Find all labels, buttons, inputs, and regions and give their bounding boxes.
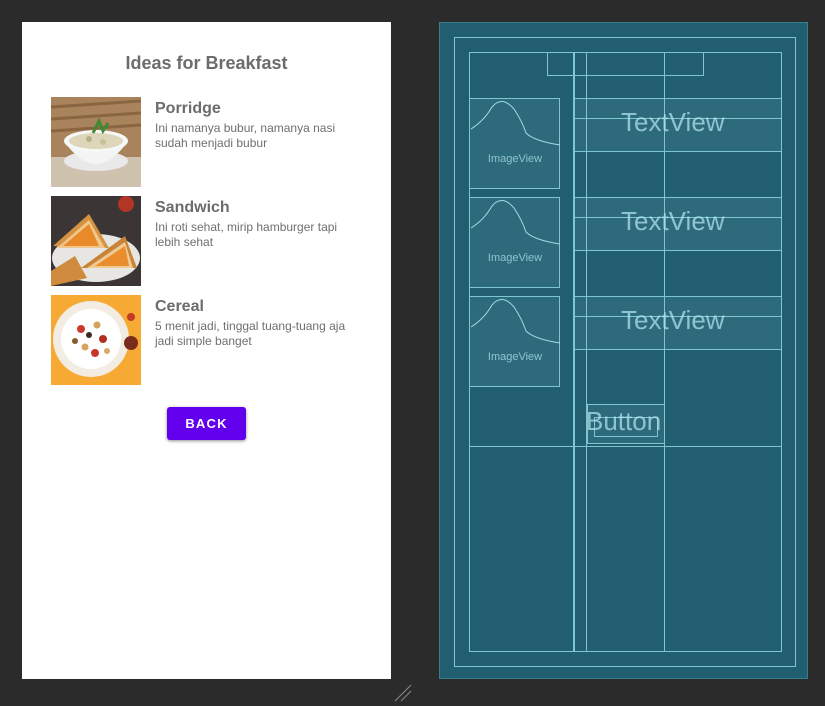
design-preview-panel: Ideas for Breakfast Porridge Ini namanya… — [22, 22, 391, 679]
item-description: Ini roti sehat, mirip hamburger tapi leb… — [155, 220, 338, 249]
resize-handle-icon[interactable] — [393, 683, 413, 703]
imageview-label: ImageView — [487, 252, 543, 264]
porridge-image — [51, 97, 141, 187]
back-button[interactable]: BACK — [167, 407, 246, 440]
imageview-label: ImageView — [487, 153, 543, 165]
blueprint-imageview[interactable]: ImageView — [469, 197, 561, 288]
item-description: 5 menit jadi, tinggal tuang-tuang aja ja… — [155, 319, 346, 348]
item-title: Cereal — [155, 298, 204, 315]
list-item-cereal[interactable]: Cereal 5 menit jadi, tinggal tuang-tuang… — [51, 295, 371, 385]
page-title: Ideas for Breakfast — [125, 53, 288, 73]
textview-label: TextView — [621, 305, 725, 335]
imageview-label: ImageView — [487, 351, 543, 363]
button-label: Button — [586, 406, 662, 436]
sandwich-image — [51, 196, 141, 286]
blueprint-desc-textview[interactable]: TextView — [574, 305, 782, 350]
list-item-porridge[interactable]: Porridge Ini namanya bubur, namanya nasi… — [51, 97, 371, 187]
blueprint-title-textview[interactable] — [547, 52, 704, 76]
blueprint-imageview[interactable]: ImageView — [469, 98, 561, 189]
textview-label: TextView — [621, 107, 725, 137]
blueprint-button[interactable]: Button — [586, 404, 665, 444]
blueprint-desc-textview[interactable]: TextView — [574, 107, 782, 152]
blueprint-panel: ImageView ImageView ImageView TextView T… — [439, 22, 808, 679]
item-title: Porridge — [155, 100, 221, 117]
cereal-image — [51, 295, 141, 385]
textview-label: TextView — [621, 206, 725, 236]
blueprint-guideline — [469, 446, 782, 447]
item-title: Sandwich — [155, 199, 230, 216]
blueprint-desc-textview[interactable]: TextView — [574, 206, 782, 251]
blueprint-imageview[interactable]: ImageView — [469, 296, 561, 387]
list-item-sandwich[interactable]: Sandwich Ini roti sehat, mirip hamburger… — [51, 196, 371, 286]
item-description: Ini namanya bubur, namanya nasi sudah me… — [155, 121, 336, 150]
